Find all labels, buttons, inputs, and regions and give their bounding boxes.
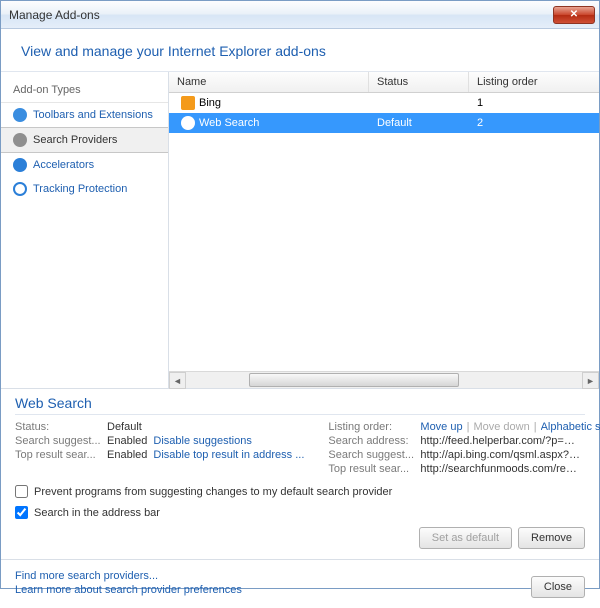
scrollbar-thumb[interactable] — [249, 373, 459, 387]
search-addressbar-checkbox[interactable] — [15, 506, 28, 519]
search-address-label: Search address: — [328, 435, 420, 447]
status-label: Status: — [15, 421, 107, 433]
top-result-value: Enabled — [107, 449, 147, 461]
prevent-changes-label: Prevent programs from suggesting changes… — [34, 486, 392, 498]
details-title: Web Search — [15, 395, 585, 411]
content-area: Add-on Types Toolbars and Extensions Sea… — [1, 72, 599, 388]
sidebar-item-search-providers[interactable]: Search Providers — [1, 127, 168, 153]
details-left-column: Status: Default Search suggest... Enable… — [15, 421, 304, 477]
listing-order-label: Listing order: — [328, 421, 420, 433]
sidebar-heading: Add-on Types — [1, 80, 168, 103]
provider-icon — [181, 116, 195, 130]
details-right-column: Listing order: Move up | Move down | Alp… — [328, 421, 600, 477]
column-header-listing-order[interactable]: Listing order — [469, 72, 599, 92]
close-icon: ✕ — [570, 9, 578, 20]
list-item[interactable]: Bing 1 — [169, 93, 599, 113]
set-default-button[interactable]: Set as default — [419, 527, 512, 549]
divider — [15, 414, 585, 415]
titlebar[interactable]: Manage Add-ons ✕ — [1, 1, 599, 29]
sidebar-item-label: Tracking Protection — [33, 183, 127, 195]
provider-order: 2 — [469, 116, 599, 130]
search-addressbar-label: Search in the address bar — [34, 507, 160, 519]
top-result-url-value: http://searchfunmoods.com/results.p... — [420, 463, 580, 475]
provider-name: Web Search — [199, 117, 259, 129]
status-value: Default — [107, 421, 142, 433]
search-address-value: http://feed.helperbar.com/?p=mKO_... — [420, 435, 580, 447]
header-title: View and manage your Internet Explorer a… — [21, 43, 579, 59]
search-addressbar-checkbox-row[interactable]: Search in the address bar — [15, 506, 585, 519]
horizontal-scrollbar[interactable]: ◄ ► — [169, 371, 599, 388]
alphabetic-sort-link[interactable]: Alphabetic sort — [541, 421, 600, 433]
disable-top-result-link[interactable]: Disable top result in address ... — [153, 449, 304, 461]
window-title: Manage Add-ons — [9, 8, 553, 22]
bing-icon — [181, 96, 195, 110]
top-result-label: Top result sear... — [15, 449, 107, 461]
scroll-right-arrow-icon[interactable]: ► — [582, 372, 599, 389]
footer: Find more search providers... Learn more… — [1, 559, 599, 608]
provider-status: Default — [369, 116, 469, 130]
search-suggest-value: http://api.bing.com/qsml.aspx?query... — [420, 449, 580, 461]
prohibit-icon — [13, 182, 27, 196]
footer-links: Find more search providers... Learn more… — [15, 570, 242, 598]
move-up-link[interactable]: Move up — [420, 421, 462, 433]
suggestions-label: Search suggest... — [15, 435, 107, 447]
find-more-providers-link[interactable]: Find more search providers... — [15, 570, 242, 582]
prevent-changes-checkbox-row[interactable]: Prevent programs from suggesting changes… — [15, 485, 585, 498]
top-result-url-label: Top result sear... — [328, 463, 420, 475]
prevent-changes-checkbox[interactable] — [15, 485, 28, 498]
magnifier-icon — [13, 133, 27, 147]
window-close-button[interactable]: ✕ — [553, 6, 595, 24]
search-suggest-label: Search suggest... — [328, 449, 420, 461]
accelerator-icon — [13, 158, 27, 172]
sidebar-item-label: Toolbars and Extensions — [33, 109, 153, 121]
list-item[interactable]: Web Search Default 2 — [169, 113, 599, 133]
provider-name: Bing — [199, 97, 221, 109]
close-button[interactable]: Close — [531, 576, 585, 598]
details-button-row: Set as default Remove — [15, 527, 585, 549]
providers-list-panel: Name Status Listing order Bing 1 Web Se — [169, 72, 599, 388]
column-header-name[interactable]: Name — [169, 72, 369, 92]
learn-more-link[interactable]: Learn more about search provider prefere… — [15, 584, 242, 596]
manage-addons-window: Manage Add-ons ✕ View and manage your In… — [0, 0, 600, 589]
move-down-link: Move down — [473, 421, 529, 433]
gear-icon — [13, 108, 27, 122]
disable-suggestions-link[interactable]: Disable suggestions — [153, 435, 251, 447]
details-pane: Web Search Status: Default Search sugges… — [1, 388, 599, 559]
suggestions-value: Enabled — [107, 435, 147, 447]
sidebar-item-label: Accelerators — [33, 159, 94, 171]
sidebar-item-label: Search Providers — [33, 134, 117, 146]
sidebar-item-toolbars-extensions[interactable]: Toolbars and Extensions — [1, 103, 168, 127]
column-header-status[interactable]: Status — [369, 72, 469, 92]
remove-button[interactable]: Remove — [518, 527, 585, 549]
provider-order: 1 — [469, 96, 599, 110]
sidebar-item-tracking-protection[interactable]: Tracking Protection — [1, 177, 168, 201]
provider-status — [369, 102, 469, 104]
sidebar: Add-on Types Toolbars and Extensions Sea… — [1, 72, 169, 388]
list-header: Name Status Listing order — [169, 72, 599, 93]
header-band: View and manage your Internet Explorer a… — [1, 29, 599, 72]
scroll-left-arrow-icon[interactable]: ◄ — [169, 372, 186, 389]
list-body: Bing 1 Web Search Default 2 — [169, 93, 599, 371]
sidebar-item-accelerators[interactable]: Accelerators — [1, 153, 168, 177]
